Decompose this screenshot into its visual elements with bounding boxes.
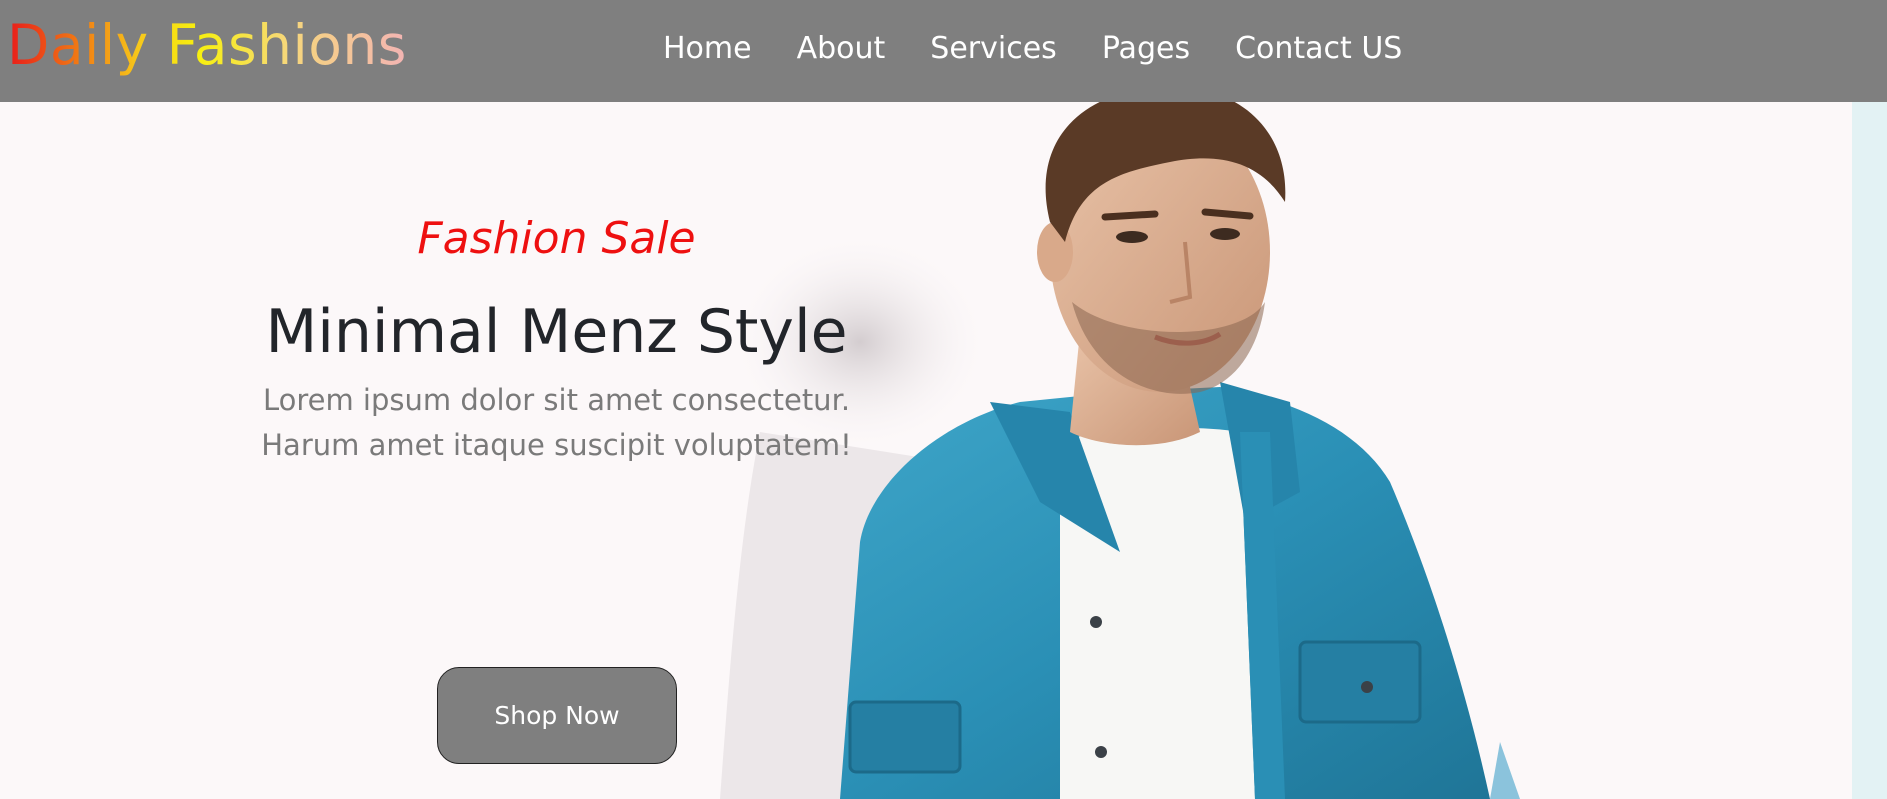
brand-logo[interactable]: Daily Fashions bbox=[7, 12, 407, 78]
shop-now-button[interactable]: Shop Now bbox=[437, 667, 677, 764]
nav-item-about[interactable]: About bbox=[797, 30, 886, 68]
hero-kicker: Fashion Sale bbox=[417, 213, 696, 264]
nav-menu: Home About Services Pages Contact US bbox=[663, 30, 1447, 68]
hero-section: Fashion Sale Minimal Menz Style Lorem ip… bbox=[0, 102, 1852, 799]
nav-item-pages[interactable]: Pages bbox=[1102, 30, 1190, 68]
page: Daily Fashions Home About Services Pages… bbox=[0, 0, 1887, 799]
edge-strip bbox=[1852, 102, 1887, 799]
hero-text-block: Fashion Sale Minimal Menz Style Lorem ip… bbox=[235, 212, 878, 468]
nav-item-contact[interactable]: Contact US bbox=[1235, 30, 1402, 68]
navbar: Daily Fashions Home About Services Pages… bbox=[0, 0, 1887, 102]
nav-item-services[interactable]: Services bbox=[930, 30, 1057, 68]
hero-description: Lorem ipsum dolor sit amet consectetur. … bbox=[261, 383, 852, 462]
hero-headline: Minimal Menz Style bbox=[265, 297, 848, 367]
nav-item-home[interactable]: Home bbox=[663, 30, 752, 68]
